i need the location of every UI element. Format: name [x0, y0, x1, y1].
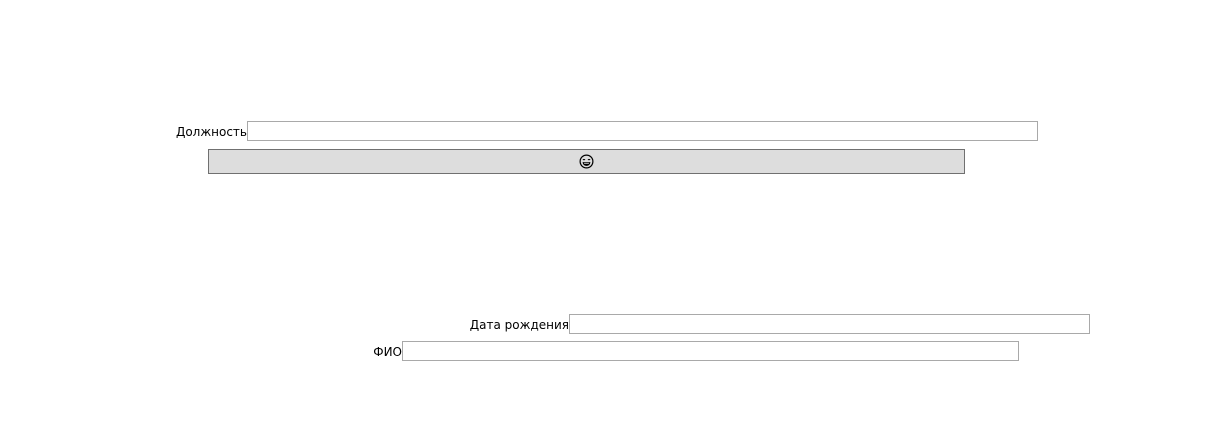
- fullname-field[interactable]: [402, 341, 1019, 361]
- action-button[interactable]: [208, 149, 965, 174]
- birthdate-field[interactable]: [569, 314, 1090, 334]
- position-label: Должность: [175, 125, 247, 139]
- position-field[interactable]: [247, 121, 1038, 141]
- fullname-label: ФИО: [373, 345, 402, 359]
- birthdate-label: Дата рождения: [469, 318, 569, 332]
- laughing-face-icon: [579, 154, 594, 169]
